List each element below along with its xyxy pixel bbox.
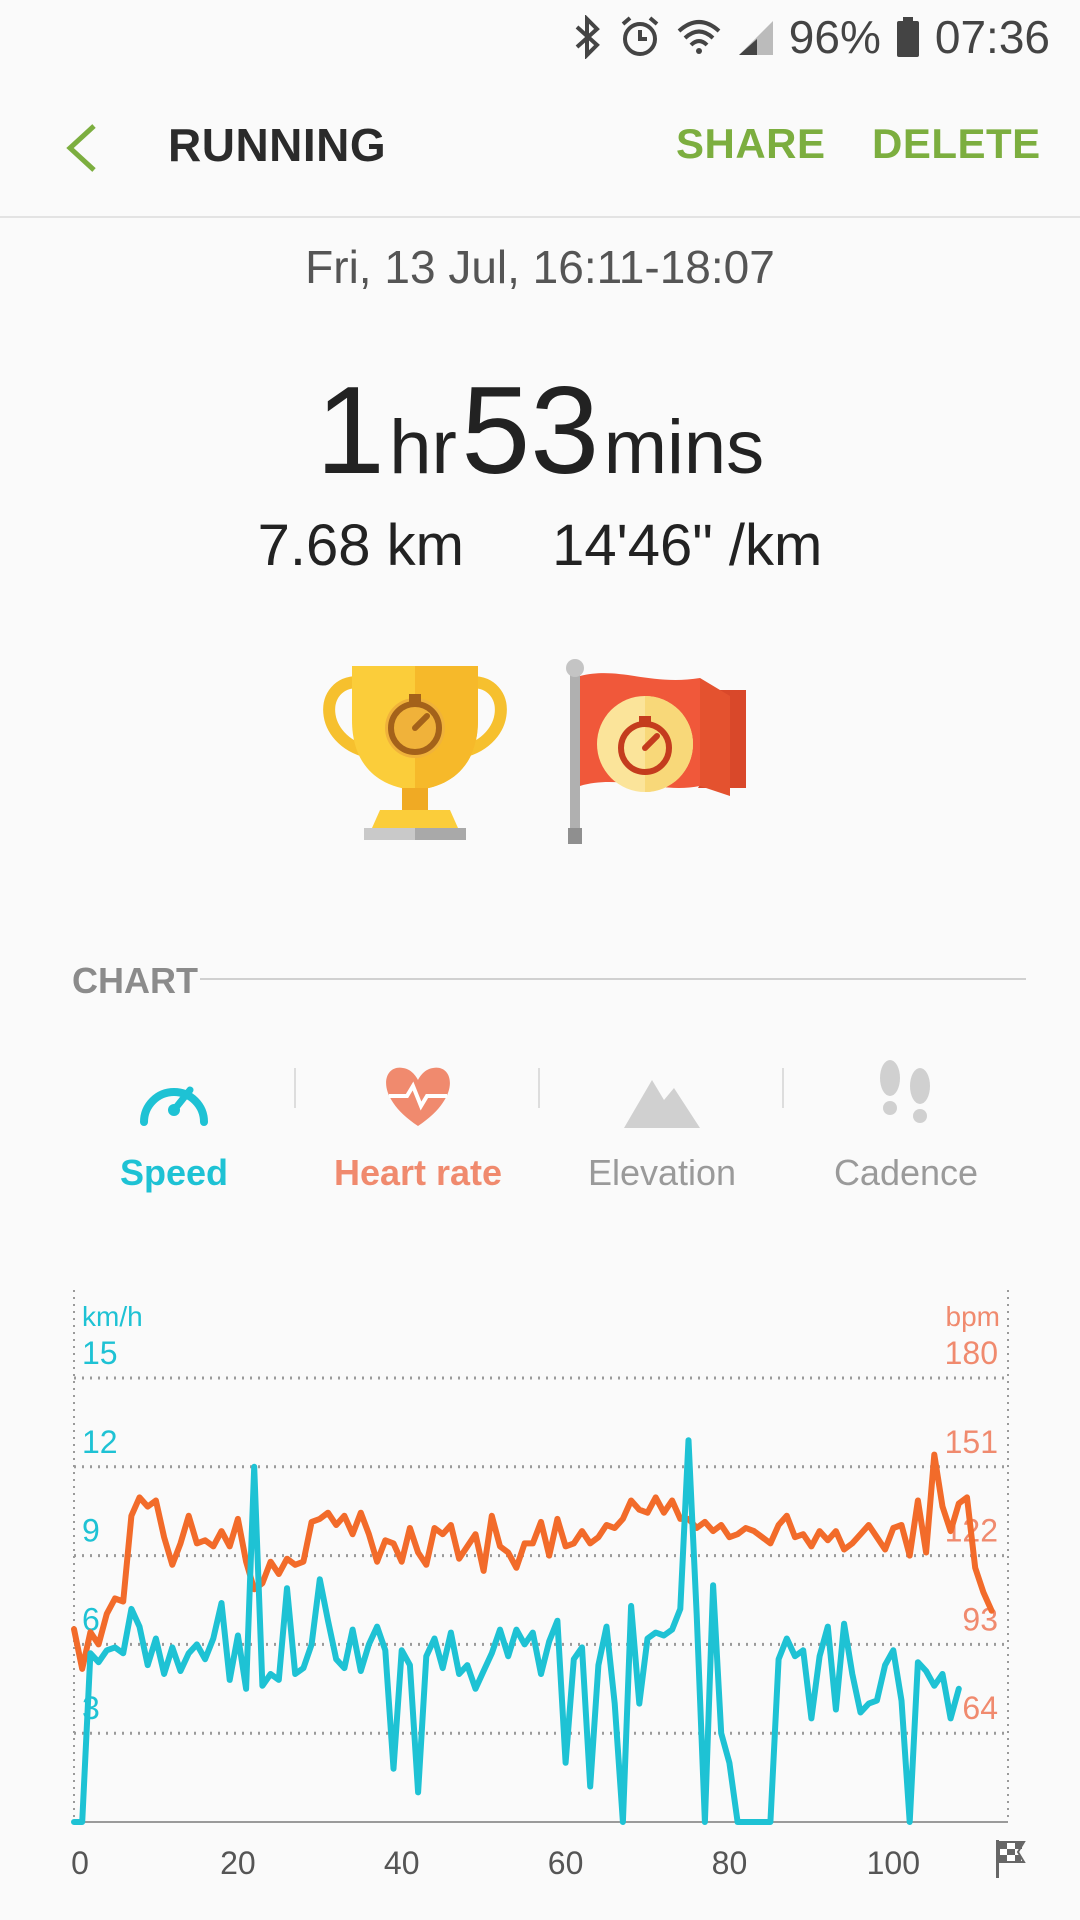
hours-unit: hr xyxy=(389,405,457,490)
trophy-badge-icon[interactable] xyxy=(318,660,512,848)
tab-speed[interactable]: Speed xyxy=(52,1050,296,1194)
workout-date: Fri, 13 Jul, 16:11-18:07 xyxy=(305,241,775,293)
page-title: RUNNING xyxy=(168,119,387,171)
x-tick-label: 100 xyxy=(867,1845,920,1881)
mountain-icon xyxy=(540,1050,784,1128)
wifi-icon xyxy=(675,17,723,57)
tab-cadence-label: Cadence xyxy=(833,1152,979,1193)
tab-heart-rate[interactable]: Heart rate xyxy=(296,1050,540,1194)
tab-speed-label: Speed xyxy=(119,1152,229,1193)
right-tick-label: 151 xyxy=(945,1424,998,1460)
x-tick-label: 60 xyxy=(548,1845,584,1881)
tab-heart-rate-label: Heart rate xyxy=(333,1152,503,1193)
tab-elevation-label: Elevation xyxy=(587,1152,737,1193)
tab-elevation[interactable]: Elevation xyxy=(540,1050,784,1194)
right-tick-label: 180 xyxy=(945,1335,998,1371)
left-tick-label: 15 xyxy=(82,1335,118,1371)
delete-button[interactable]: DELETE xyxy=(872,120,1041,168)
tab-cadence[interactable]: Cadence xyxy=(784,1050,1028,1194)
clock-time: 07:36 xyxy=(934,11,1050,63)
duration-hours: 1 xyxy=(315,362,385,500)
speedometer-icon xyxy=(52,1050,296,1128)
duration-minutes: 53 xyxy=(461,362,600,500)
left-tick-label: 9 xyxy=(82,1513,100,1549)
bluetooth-icon xyxy=(569,15,605,59)
workout-duration: 1 hr 53 mins xyxy=(0,360,1080,502)
right-axis-unit: bpm xyxy=(946,1301,1000,1332)
status-icons: 96% 07:36 xyxy=(569,10,1050,64)
left-axis-unit: km/h xyxy=(82,1301,143,1332)
chart-section-label: CHART xyxy=(72,960,198,1001)
battery-icon xyxy=(895,15,921,59)
x-tick-label: 20 xyxy=(220,1845,256,1881)
speed-heart-rate-chart: km/h bpm15 18012 1519 1226 933 64 0 20 40 60 80 100 xyxy=(71,1290,1026,1881)
left-tick-label: 12 xyxy=(82,1424,118,1460)
finish-flag-icon xyxy=(996,1840,1026,1878)
x-tick-label: 80 xyxy=(712,1845,748,1881)
pace-value: 14'46" /km xyxy=(552,513,823,578)
battery-percent: 96% xyxy=(788,11,881,63)
flag-badge-icon[interactable] xyxy=(560,656,756,852)
app-bar: RUNNING SHARE DELETE xyxy=(0,72,1080,218)
workout-stats: 7.68 km 14'46" /km xyxy=(0,512,1080,579)
x-tick-label: 40 xyxy=(384,1845,420,1881)
minutes-unit: mins xyxy=(603,405,765,490)
back-button[interactable] xyxy=(56,118,116,178)
right-tick-label: 64 xyxy=(962,1690,998,1726)
signal-icon xyxy=(737,17,775,57)
chevron-left-icon xyxy=(66,124,96,172)
speed-series-line xyxy=(71,1437,962,1825)
share-button[interactable]: SHARE xyxy=(676,120,826,168)
x-tick-label: 0 xyxy=(71,1845,89,1881)
distance-value: 7.68 km xyxy=(257,513,464,578)
alarm-icon xyxy=(619,15,661,59)
status-bar: 96% 07:36 xyxy=(0,0,1080,72)
footsteps-icon xyxy=(784,1050,1028,1128)
section-divider xyxy=(200,978,1026,980)
heart-icon xyxy=(296,1050,540,1128)
